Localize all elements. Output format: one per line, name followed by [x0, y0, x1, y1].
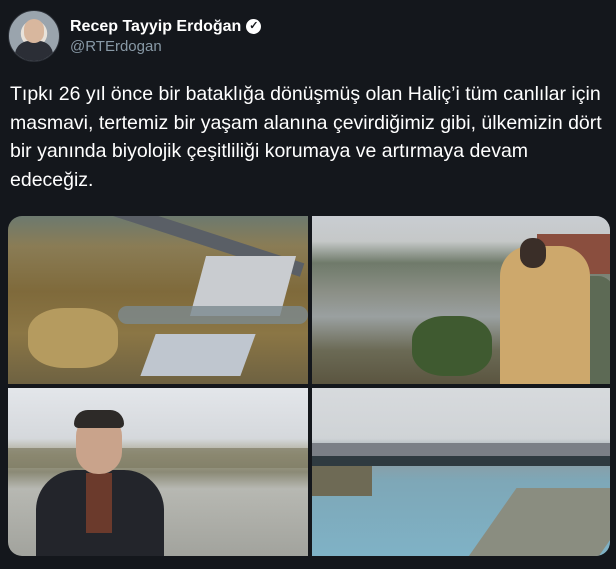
- golden-horn-bridge-photo[interactable]: [312, 388, 610, 556]
- aerial-marshland-photo[interactable]: [8, 216, 308, 384]
- photo-trees: [412, 316, 492, 376]
- name-row: Recep Tayyip Erdoğan ✓: [70, 18, 262, 36]
- photo-person-1: [500, 246, 590, 384]
- avatar-suit: [15, 41, 53, 61]
- display-name[interactable]: Recep Tayyip Erdoğan: [70, 18, 241, 36]
- photo-city-skyline: [312, 443, 610, 457]
- avatar[interactable]: [8, 10, 60, 62]
- photo-water-channel: [118, 306, 308, 324]
- photo-scarf: [86, 473, 112, 533]
- tweet-text: Tıpkı 26 yıl önce bir bataklığa dönüşmüş…: [10, 83, 602, 191]
- photo-hair: [74, 410, 124, 428]
- user-handle[interactable]: @RTErdogan: [70, 38, 261, 55]
- tweet-header: Recep Tayyip Erdoğan ✓ @RTErdogan: [8, 8, 262, 64]
- author-names: Recep Tayyip Erdoğan ✓ @RTErdogan: [70, 18, 262, 55]
- media-grid: [8, 216, 610, 556]
- portrait-by-water-photo[interactable]: [8, 388, 308, 556]
- photo-marsh-pit: [28, 308, 118, 368]
- tweet-card: Recep Tayyip Erdoğan ✓ @RTErdogan Tıpkı …: [0, 0, 616, 569]
- verified-badge-icon: ✓: [246, 19, 262, 34]
- photo-bridge: [312, 456, 610, 466]
- avatar-face: [24, 19, 44, 43]
- golden-horn-overlook-photo[interactable]: [312, 216, 610, 384]
- photo-shoreline: [8, 448, 308, 468]
- photo-person-1-head: [520, 238, 546, 268]
- photo-tanks: [140, 334, 256, 376]
- photo-left-shore: [312, 466, 372, 496]
- photo-right-shore: [467, 488, 610, 556]
